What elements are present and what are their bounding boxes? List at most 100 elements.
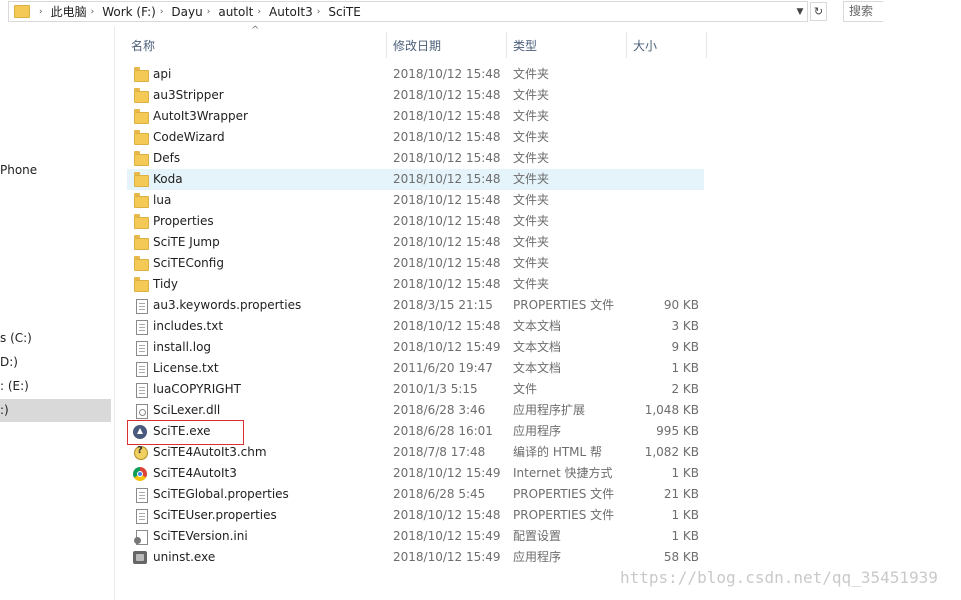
document-icon (136, 383, 148, 398)
file-name: AutoIt3Wrapper (153, 109, 248, 123)
file-row[interactable]: SciTEGlobal.properties 2018/6/28 5:45 PROP… (127, 484, 704, 505)
column-divider[interactable] (386, 32, 387, 58)
breadcrumb-work-drive[interactable]: Work (F:) (102, 5, 156, 19)
nav-item-drive-e[interactable]: : (E:) (0, 379, 29, 393)
file-row[interactable]: License.txt 2011/6/20 19:47 文本文档 1 KB (127, 358, 704, 379)
column-divider[interactable] (506, 32, 507, 58)
breadcrumb-autoit3[interactable]: AutoIt3 (269, 5, 313, 19)
file-date: 2018/6/28 16:01 (393, 424, 493, 438)
file-type: 文件夹 (513, 151, 550, 165)
file-row[interactable]: SciLexer.dll 2018/6/28 3:46 应用程序扩展 1,048 KB (127, 400, 704, 421)
file-type: 文件夹 (513, 277, 550, 291)
file-row[interactable]: CodeWizard 2018/10/12 15:48 文件夹 (127, 127, 704, 148)
column-divider[interactable] (706, 32, 707, 58)
file-name: SciTE Jump (153, 235, 220, 249)
file-date: 2018/6/28 5:45 (393, 487, 486, 501)
file-date: 2018/10/12 15:48 (393, 109, 501, 123)
file-name: License.txt (153, 361, 219, 375)
nav-selected-highlight (0, 399, 111, 422)
sort-ascending-icon: ^ (251, 25, 260, 36)
file-row[interactable]: au3Stripper 2018/10/12 15:48 文件夹 (127, 85, 704, 106)
folder-icon (134, 172, 149, 187)
file-row[interactable]: lua 2018/10/12 15:48 文件夹 (127, 190, 704, 211)
chevron-right-icon[interactable]: › (317, 7, 321, 17)
refresh-button[interactable]: ↻ (810, 2, 827, 21)
column-divider[interactable] (626, 32, 627, 58)
folder-icon (134, 277, 149, 292)
breadcrumb-scite[interactable]: SciTE (328, 5, 360, 19)
file-size: 90 KB (663, 298, 699, 312)
file-row[interactable]: SciTE4AutoIt3.chm 2018/7/8 17:48 编译的 HTML … (127, 442, 704, 463)
text-document-icon (136, 320, 148, 335)
file-row[interactable]: SciTE Jump 2018/10/12 15:48 文件夹 (127, 232, 704, 253)
file-row[interactable]: api 2018/10/12 15:48 文件夹 (127, 64, 704, 85)
file-row[interactable]: Koda 2018/10/12 15:48 文件夹 (127, 169, 704, 190)
folder-icon (134, 214, 149, 229)
chevron-down-icon[interactable]: ▼ (793, 2, 807, 21)
text-document-icon (136, 362, 148, 377)
file-name: luaCOPYRIGHT (153, 382, 241, 396)
file-size: 3 KB (671, 319, 699, 333)
file-date: 2018/10/12 15:48 (393, 151, 501, 165)
file-type: 编译的 HTML 帮 (513, 445, 603, 459)
file-date: 2018/10/12 15:48 (393, 130, 501, 144)
folder-icon (134, 88, 149, 103)
file-row[interactable]: SciTEVersion.ini 2018/10/12 15:49 配置设置 1 KB (127, 526, 704, 547)
file-type: 文件 (513, 382, 538, 396)
file-date: 2018/10/12 15:48 (393, 319, 501, 333)
chevron-right-icon[interactable]: › (207, 7, 211, 17)
file-name: au3Stripper (153, 88, 224, 102)
nav-item-drive-d[interactable]: D:) (0, 355, 18, 369)
document-icon (136, 299, 148, 314)
column-header-type[interactable]: 类型 (513, 34, 537, 58)
file-type: 文本文档 (513, 319, 562, 333)
file-name: SciLexer.dll (153, 403, 221, 417)
file-type: 文件夹 (513, 109, 550, 123)
file-row[interactable]: includes.txt 2018/10/12 15:48 文本文档 3 KB (127, 316, 704, 337)
file-name: SciTE4AutoIt3 (153, 466, 237, 480)
watermark: https://blog.csdn.net/qq_35451939 (620, 568, 938, 587)
file-row[interactable]: SciTE4AutoIt3 2018/10/12 15:49 Internet 快捷… (127, 463, 704, 484)
file-row[interactable]: SciTEConfig 2018/10/12 15:48 文件夹 (127, 253, 704, 274)
file-row[interactable]: Defs 2018/10/12 15:48 文件夹 (127, 148, 704, 169)
file-type: 文件夹 (513, 235, 550, 249)
file-row[interactable]: luaCOPYRIGHT 2010/1/3 5:15 文件 2 KB (127, 379, 704, 400)
file-row[interactable]: install.log 2018/10/12 15:49 文本文档 9 KB (127, 337, 704, 358)
folder-icon (14, 5, 30, 18)
nav-item-drive-f[interactable]: :) (0, 403, 9, 417)
breadcrumb-this-pc[interactable]: 此电脑 (51, 3, 87, 20)
file-row[interactable]: AutoIt3Wrapper 2018/10/12 15:48 文件夹 (127, 106, 704, 127)
column-header-date[interactable]: 修改日期 (393, 34, 441, 58)
file-type: PROPERTIES 文件 (513, 508, 615, 522)
chevron-right-icon[interactable]: › (91, 7, 95, 17)
column-header-size[interactable]: 大小 (633, 34, 657, 58)
address-bar[interactable]: › 此电脑 › Work (F:) › Dayu › autolt › Auto… (8, 1, 808, 22)
file-type: 文件夹 (513, 256, 550, 270)
file-type: 文件夹 (513, 172, 550, 186)
column-header-name[interactable]: 名称 (131, 34, 155, 58)
file-name: au3.keywords.properties (153, 298, 302, 312)
file-size: 1 KB (671, 529, 699, 543)
file-date: 2018/10/12 15:48 (393, 256, 501, 270)
file-row[interactable]: Properties 2018/10/12 15:48 文件夹 (127, 211, 704, 232)
chevron-right-icon[interactable]: › (257, 7, 261, 17)
breadcrumb-dayu[interactable]: Dayu (171, 5, 202, 19)
file-type: Internet 快捷方式 (513, 466, 613, 480)
nav-item-phone[interactable]: Phone (0, 163, 37, 177)
nav-item-drive-c[interactable]: s (C:) (0, 331, 32, 345)
file-date: 2018/10/12 15:48 (393, 277, 501, 291)
breadcrumb-autolt[interactable]: autolt (218, 5, 253, 19)
search-input[interactable]: 搜索 (843, 1, 883, 22)
folder-icon (134, 109, 149, 124)
file-date: 2018/10/12 15:49 (393, 466, 501, 480)
folder-icon (134, 151, 149, 166)
file-type: 文件夹 (513, 88, 550, 102)
chevron-right-icon[interactable]: › (39, 7, 43, 17)
file-row[interactable]: au3.keywords.properties 2018/3/15 21:15 PR… (127, 295, 704, 316)
file-row[interactable]: Tidy 2018/10/12 15:48 文件夹 (127, 274, 704, 295)
file-row[interactable]: uninst.exe 2018/10/12 15:49 应用程序 58 KB (127, 547, 704, 568)
file-name: SciTEGlobal.properties (153, 487, 289, 501)
file-row[interactable]: SciTEUser.properties 2018/10/12 15:48 PROP… (127, 505, 704, 526)
chevron-right-icon[interactable]: › (160, 7, 164, 17)
file-name: uninst.exe (153, 550, 216, 564)
